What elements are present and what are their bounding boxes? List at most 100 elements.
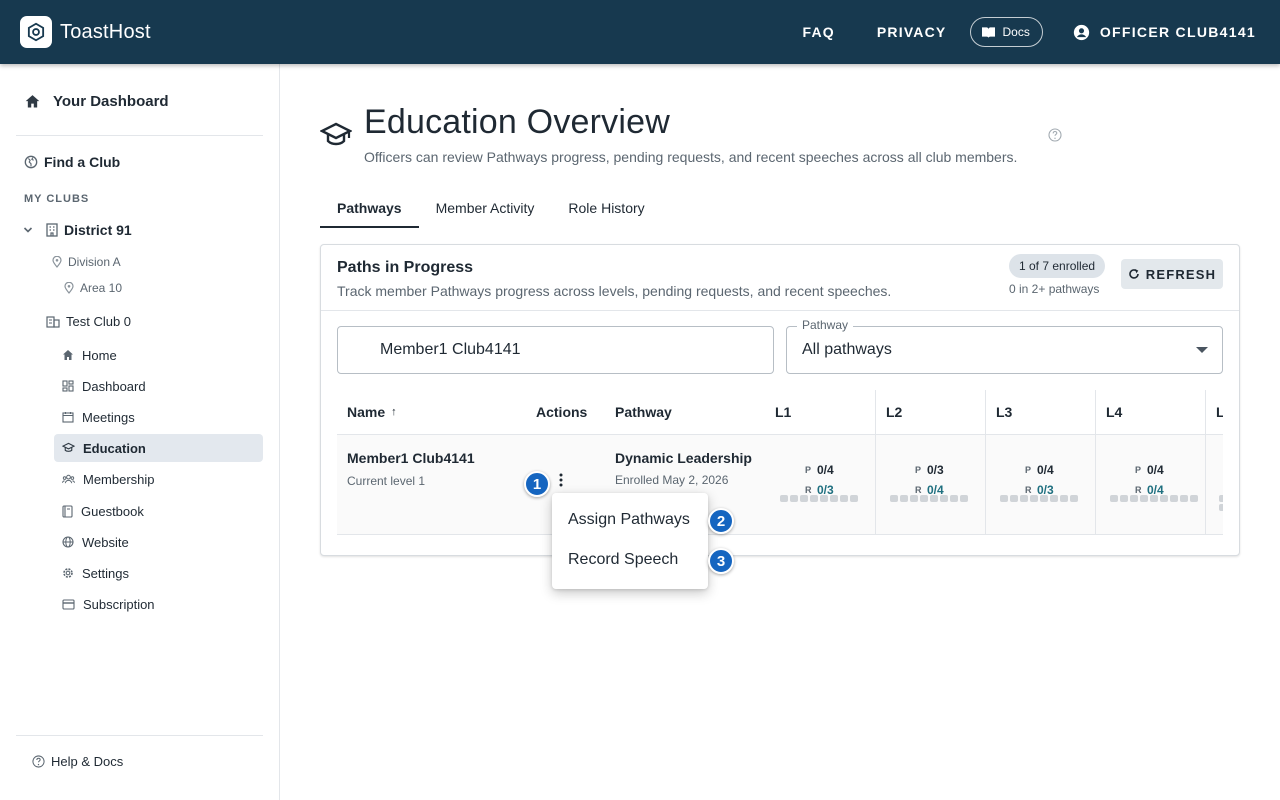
progress-dot	[1170, 495, 1178, 502]
sidebar-item-label: Education	[83, 440, 146, 456]
progress-dot	[960, 495, 968, 502]
progress-dot	[910, 495, 918, 502]
progress-dot	[1180, 495, 1188, 502]
annotation-badge: 3	[708, 548, 734, 574]
pathway-select[interactable]: Pathway All pathways	[786, 318, 1223, 374]
progress-dot	[900, 495, 908, 502]
sidebar-item-label: Membership	[83, 471, 155, 487]
progress-dot	[1140, 495, 1148, 502]
projects-count: 0/4	[1147, 463, 1164, 477]
column-header-actions: Actions	[536, 404, 588, 420]
book-icon	[62, 504, 73, 518]
sidebar-item-label: Settings	[82, 565, 129, 581]
sidebar-item-meetings[interactable]: Meetings	[54, 403, 263, 431]
division-node[interactable]: Division A	[52, 255, 121, 269]
tab-member-activity[interactable]: Member Activity	[419, 188, 552, 228]
building-icon	[46, 315, 60, 328]
tab-role-history[interactable]: Role History	[551, 188, 661, 228]
sidebar: Your Dashboard Find a Club MY CLUBS Dist…	[0, 64, 280, 800]
dropdown-arrow-icon	[1196, 347, 1208, 353]
progress-dots	[1219, 495, 1223, 511]
area-node[interactable]: Area 10	[64, 281, 122, 295]
sidebar-item-label: Meetings	[82, 409, 135, 425]
brand[interactable]: ToastHost	[20, 16, 151, 48]
column-divider	[875, 390, 876, 535]
people-icon	[62, 473, 75, 485]
row-actions-menu: Assign Pathways Record Speech	[552, 493, 708, 589]
help-circle-icon[interactable]	[1048, 128, 1062, 142]
requests-key: R	[805, 485, 812, 495]
progress-dot	[890, 495, 898, 502]
location-pin-icon	[64, 282, 74, 294]
more-vert-icon	[559, 473, 563, 487]
account-menu[interactable]: OFFICER CLUB4141	[1073, 24, 1256, 41]
district-node[interactable]: District 91	[22, 222, 132, 238]
projects-key: P	[805, 465, 812, 475]
help-docs-link[interactable]: Help & Docs	[32, 754, 123, 769]
progress-dot	[1060, 495, 1068, 502]
division-label: Division A	[68, 255, 121, 269]
refresh-button[interactable]: REFRESH	[1121, 259, 1223, 289]
pathways-table: Name ↑ Actions Pathway L1 L2 L3 L4 L Mem…	[337, 390, 1223, 535]
assign-pathways-menu-item[interactable]: Assign Pathways	[552, 500, 708, 540]
chevron-down-icon	[22, 224, 34, 236]
annotation-badge: 1	[524, 471, 550, 497]
your-dashboard-link[interactable]: Your Dashboard	[24, 88, 169, 114]
column-header-l2: L2	[886, 404, 903, 420]
level-cell: P 0/4 R 0/3	[805, 460, 834, 500]
sidebar-item-label: Subscription	[83, 596, 155, 612]
location-pin-icon	[52, 256, 62, 268]
privacy-link[interactable]: PRIVACY	[877, 24, 947, 40]
sidebar-item-subscription[interactable]: Subscription	[54, 590, 263, 618]
page-subtitle: Officers can review Pathways progress, p…	[364, 149, 1018, 165]
progress-dot	[810, 495, 818, 502]
paths-in-progress-card: Paths in Progress Track member Pathways …	[320, 244, 1240, 556]
sidebar-divider	[16, 135, 263, 136]
find-a-club-link[interactable]: Find a Club	[24, 154, 120, 170]
sidebar-divider	[16, 735, 263, 736]
sidebar-item-education[interactable]: Education	[54, 434, 263, 462]
page-title: Education Overview	[364, 103, 670, 141]
progress-dot	[780, 495, 788, 502]
progress-dot	[920, 495, 928, 502]
progress-dot	[950, 495, 958, 502]
progress-dots	[1110, 495, 1200, 502]
card-subtitle: Track member Pathways progress across le…	[337, 283, 892, 299]
sidebar-item-dashboard[interactable]: Dashboard	[54, 372, 263, 400]
sidebar-item-settings[interactable]: Settings	[54, 559, 263, 587]
row-actions-button[interactable]	[551, 470, 571, 490]
member-name[interactable]: Member1 Club4141	[347, 450, 475, 466]
progress-dot	[820, 495, 828, 502]
calendar-icon	[62, 411, 74, 423]
help-docs-label: Help & Docs	[51, 754, 124, 769]
progress-dot	[1120, 495, 1128, 502]
progress-dot	[1160, 495, 1168, 502]
progress-dot	[840, 495, 848, 502]
record-speech-menu-item[interactable]: Record Speech	[552, 540, 708, 580]
top-app-bar: ToastHost FAQ PRIVACY Docs OFFICER CLUB4…	[0, 0, 1280, 64]
sidebar-item-website[interactable]: Website	[54, 528, 263, 556]
sort-arrow-icon: ↑	[391, 406, 397, 418]
sidebar-item-membership[interactable]: Membership	[54, 465, 263, 493]
sidebar-item-home[interactable]: Home	[54, 341, 263, 369]
your-dashboard-label: Your Dashboard	[53, 92, 169, 110]
column-header-name[interactable]: Name ↑	[347, 390, 397, 434]
progress-dot	[1020, 495, 1028, 502]
progress-dot	[930, 495, 938, 502]
faq-link[interactable]: FAQ	[802, 24, 834, 40]
header-divider	[337, 434, 1223, 435]
progress-dot	[1150, 495, 1158, 502]
docs-button[interactable]: Docs	[970, 17, 1043, 47]
account-name: OFFICER CLUB4141	[1099, 24, 1256, 40]
enrolled-chip: 1 of 7 enrolled	[1009, 254, 1106, 278]
member-search-input[interactable]	[337, 326, 774, 374]
top-nav: FAQ PRIVACY Docs OFFICER CLUB4141	[802, 0, 1256, 64]
progress-dot	[940, 495, 948, 502]
sidebar-item-guestbook[interactable]: Guestbook	[54, 497, 263, 525]
refresh-label: REFRESH	[1145, 266, 1217, 282]
progress-dot	[790, 495, 798, 502]
projects-count: 0/4	[1037, 463, 1054, 477]
tab-pathways[interactable]: Pathways	[320, 188, 419, 228]
home-icon	[62, 349, 74, 361]
club-node[interactable]: Test Club 0	[46, 314, 131, 329]
